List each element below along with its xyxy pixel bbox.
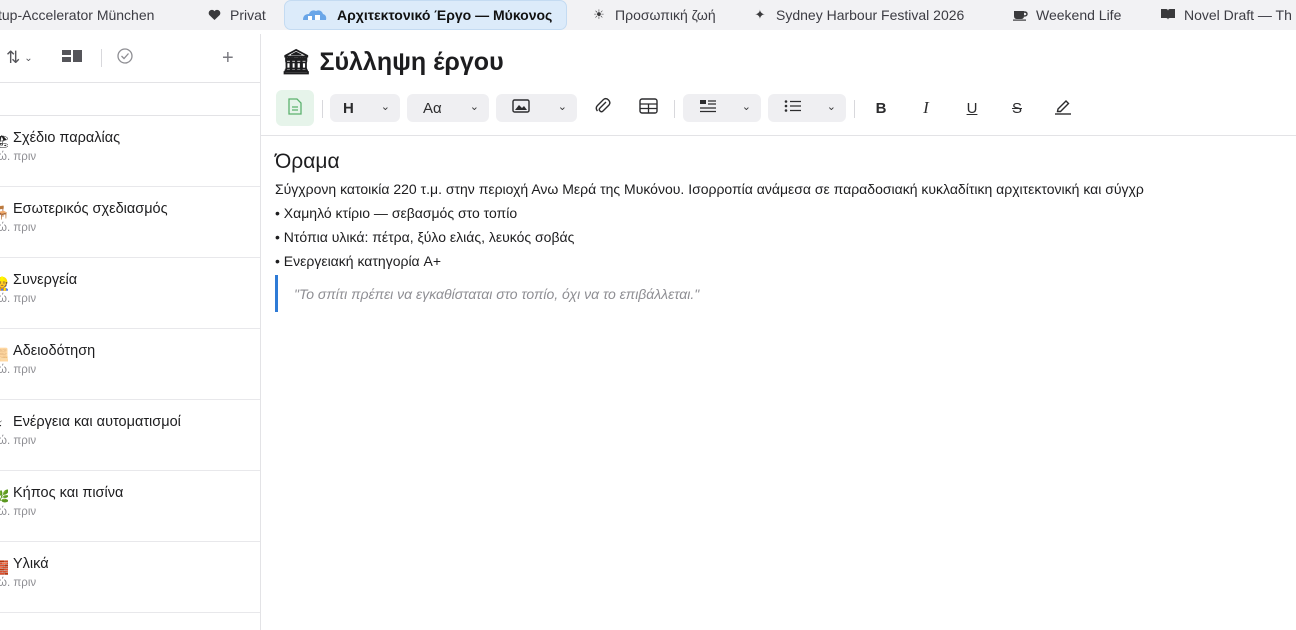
section-heading: Όραμα [275, 150, 340, 173]
quote-text: "Το σπίτι πρέπει να εγκαθίσταται στο τοπ… [294, 285, 700, 302]
lightning-icon: ⚡ [0, 418, 8, 434]
bullet-list-icon [784, 99, 802, 117]
plant-icon: 🌿 [0, 489, 8, 505]
view-toggle-button[interactable] [62, 47, 84, 69]
chair-icon: 🪑 [0, 205, 8, 221]
scroll-icon: 📜 [0, 347, 8, 363]
bullet-item: • Ντόπια υλικά: πέτρα, ξύλο ελιάς, λευκό… [275, 229, 575, 245]
sparkles-icon: ✦ [754, 6, 766, 22]
page-title[interactable]: 🏛 Σύλληψη έργου [281, 48, 504, 77]
note-title: Κήπος και πισίνα [13, 485, 124, 501]
note-title: Αδειοδότηση [13, 343, 96, 359]
body-paragraph: Σύγχρονη κατοικία 220 τ.μ. στην περιοχή … [275, 181, 1144, 197]
block-quote: "Το σπίτι πρέπει να εγκαθίσταται στο τοπ… [275, 275, 699, 312]
note-list-item[interactable]: 📜 Αδειοδότηση ώ. πριν [0, 329, 260, 400]
font-dropdown[interactable]: Aα ⌄ [407, 94, 489, 122]
heading-label: H [343, 99, 354, 117]
note-time: ώ. πριν [0, 151, 37, 163]
beach-icon: 🏖 [0, 134, 8, 150]
tab-bar: tup-Accelerator München Privat Αρχιτεκτο… [0, 0, 1296, 30]
note-type-button[interactable] [276, 90, 314, 126]
sidebar-toolbar: ⇅ ⌄ + [0, 34, 260, 82]
note-title: Υλικά [13, 556, 49, 572]
view-toggle-icon [62, 48, 84, 68]
image-icon [512, 99, 530, 117]
tab-label: Προσωπική ζωή [615, 6, 716, 23]
tab-label: Sydney Harbour Festival 2026 [776, 6, 965, 23]
heading-dropdown[interactable]: H ⌄ [330, 94, 400, 122]
note-title: Ενέργεια και αυτοματισμοί [13, 414, 181, 430]
tab-personal-life[interactable]: ☀ Προσωπική ζωή [591, 0, 716, 29]
tab-architectural-project[interactable]: Αρχιτεκτονικό Έργο — Μύκονος [284, 0, 568, 30]
classical-building-icon: 🏛 [281, 49, 312, 76]
note-list-item[interactable]: 🏖 Σχέδιο παραλίας ώ. πριν [0, 116, 260, 187]
font-label: Aα [423, 99, 442, 117]
tab-novel-draft[interactable]: Novel Draft — Th [1160, 0, 1292, 29]
plus-icon: + [222, 46, 234, 69]
table-button[interactable] [636, 90, 660, 126]
bullet-item: • Ενεργειακή κατηγορία A+ [275, 253, 442, 269]
tab-startup-accelerator[interactable]: tup-Accelerator München [0, 0, 154, 29]
note-title: Εσωτερικός σχεδιασμός [13, 201, 168, 217]
table-icon [638, 98, 658, 118]
note-time: ώ. πριν [0, 506, 37, 518]
check-button[interactable] [116, 47, 134, 69]
chevron-down-icon: ⌄ [826, 101, 836, 113]
document-icon [288, 97, 302, 119]
block-style-dropdown[interactable]: ⌄ [683, 94, 761, 122]
note-list-item[interactable]: 🌿 Κήπος και πισίνα ώ. πριν [0, 471, 260, 542]
list-dropdown[interactable]: ⌄ [768, 94, 846, 122]
image-dropdown[interactable]: ⌄ [496, 94, 577, 122]
chevron-down-icon: ⌄ [741, 101, 751, 113]
note-time: ώ. πριν [0, 222, 37, 234]
note-time: ώ. πριν [0, 577, 37, 589]
bold-button[interactable]: B [869, 90, 893, 126]
highlighter-icon [1054, 97, 1072, 119]
note-title: Σχέδιο παραλίας [13, 130, 121, 146]
tab-label: Novel Draft — Th [1184, 6, 1292, 23]
cloud-houses-icon [299, 8, 329, 22]
note-time: ώ. πριν [0, 364, 37, 376]
chevron-down-icon: ⌄ [557, 101, 567, 113]
notes-sidebar: ⇅ ⌄ + 🏖 Σχέδιο παραλίας ώ. πριν 🪑 Εσωτερ… [0, 34, 261, 630]
note-time: ώ. πριν [0, 435, 37, 447]
bricks-icon: 🧱 [0, 560, 8, 576]
strikethrough-button[interactable]: S [1005, 90, 1029, 126]
sort-button[interactable]: ⇅ ⌄ [6, 47, 33, 69]
tab-weekend-life[interactable]: Weekend Life [1012, 0, 1121, 29]
add-note-button[interactable]: + [222, 47, 234, 69]
tab-sydney-festival[interactable]: ✦ Sydney Harbour Festival 2026 [752, 0, 965, 29]
sort-icon: ⇅ [6, 48, 21, 67]
bullet-item: • Χαμηλό κτίριο — σεβασμός στο τοπίο [275, 205, 518, 221]
chevron-down-icon: ⌄ [380, 101, 390, 113]
tab-privat[interactable]: Privat [206, 0, 266, 29]
note-list-item[interactable]: 🧱 Υλικά ώ. πριν [0, 542, 260, 613]
note-list-item[interactable]: 👷 Συνεργεία ώ. πριν [0, 258, 260, 329]
tab-label: Privat [230, 6, 266, 23]
note-editor: 🏛 Σύλληψη έργου H ⌄ Aα ⌄ ⌄ ⌄ ⌄ B I U S Ό… [261, 34, 1296, 630]
paperclip-icon [595, 97, 611, 119]
chevron-down-icon: ⌄ [469, 101, 479, 113]
tab-label: Αρχιτεκτονικό Έργο — Μύκονος [337, 7, 553, 23]
worker-icon: 👷 [0, 276, 8, 292]
note-list-item[interactable]: 🪑 Εσωτερικός σχεδιασμός ώ. πριν [0, 187, 260, 258]
highlight-button[interactable] [1051, 90, 1075, 126]
note-list-item[interactable]: ⚡ Ενέργεια και αυτοματισμοί ώ. πριν [0, 400, 260, 471]
note-title: Συνεργεία [13, 272, 78, 288]
check-circle-icon [116, 47, 134, 70]
chevron-down-icon: ⌄ [24, 52, 33, 64]
book-icon [1160, 8, 1176, 21]
tab-label: Weekend Life [1036, 6, 1122, 23]
block-quote-icon [699, 99, 717, 117]
sun-icon: ☀ [593, 6, 605, 22]
heart-icon [206, 9, 222, 21]
attach-button[interactable] [591, 90, 615, 126]
note-time: ώ. πριν [0, 293, 37, 305]
tab-label: tup-Accelerator München [0, 6, 155, 23]
underline-button[interactable]: U [960, 90, 984, 126]
italic-button[interactable]: I [914, 90, 938, 126]
coffee-icon [1012, 8, 1028, 21]
page-title-text: Σύλληψη έργου [319, 48, 504, 76]
